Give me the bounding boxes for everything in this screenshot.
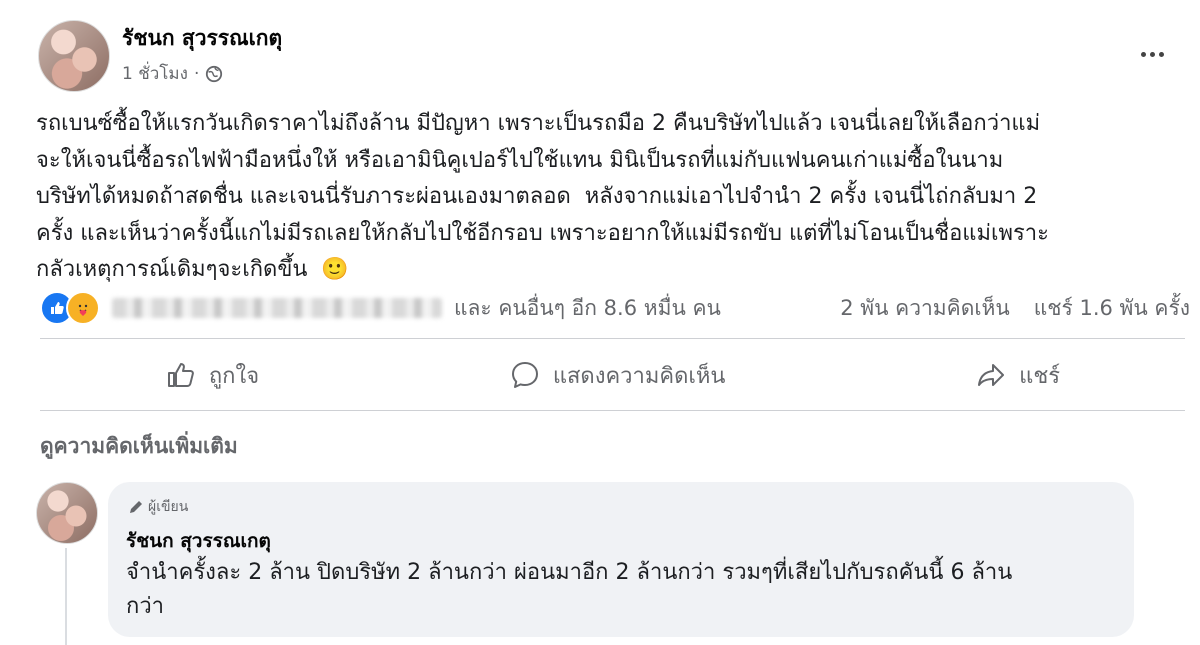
comment-label: แสดงความคิดเห็น [552, 363, 726, 389]
author-badge-label: ผู้เขียน [148, 499, 189, 515]
meta-separator: · [193, 63, 200, 84]
share-button[interactable]: แชร์ [975, 358, 1060, 393]
view-more-comments[interactable]: ดูความคิดเห็นเพิ่มเติม [40, 430, 238, 463]
globe-icon[interactable] [205, 65, 223, 83]
post-actions: ถูกใจ แสดงความคิดเห็น แชร์ [40, 340, 1185, 410]
comments-count[interactable]: 2 พัน ความคิดเห็น [840, 292, 1009, 325]
share-arrow-icon [978, 364, 1005, 386]
post-text-line: จะให้เจนนี่ซื้อรถไฟฟ้ามือหนึ่งให้ หรือเอ… [36, 147, 1004, 173]
blurred-names [112, 298, 442, 318]
post-time[interactable]: 1 ชั่วโมง [122, 60, 188, 87]
thumbs-up-icon [167, 363, 194, 387]
thread-line [65, 548, 67, 645]
post-text-line: บริษัทได้หมดถ้าสดชื่น และเจนนี่รับภาระผ่… [36, 184, 1038, 209]
more-dots-icon[interactable] [1134, 40, 1170, 68]
comment-bubble: ผู้เขียน รัชนก สุวรรณเกตุ จำนำครั้งละ 2 … [108, 482, 1134, 637]
author-badge: ผู้เขียน [128, 496, 188, 518]
shares-count[interactable]: แชร์ 1.6 พัน ครั้ง [1034, 292, 1190, 325]
like-label: ถูกใจ [208, 363, 260, 389]
post-text-line: ครั้ง และเห็นว่าครั้งนี้แกไม่มีรถเลยให้ก… [36, 220, 1049, 246]
comment-text-line: กว่า [126, 594, 165, 619]
pencil-icon [130, 501, 142, 513]
like-button[interactable]: ถูกใจ [165, 358, 259, 393]
author-avatar[interactable] [38, 20, 110, 92]
divider [40, 410, 1185, 411]
comment-text-line: จำนำครั้งละ 2 ล้าน ปิดบริษัท 2 ล้านกว่า … [126, 560, 1013, 585]
comment-author[interactable]: รัชนก สุวรรณเกตุ [126, 526, 271, 556]
reactions-others[interactable]: และ คนอื่นๆ อีก 8.6 หมื่น คน [454, 292, 721, 325]
commenter-avatar[interactable] [36, 482, 98, 544]
share-label: แชร์ [1019, 363, 1061, 389]
divider [40, 338, 1185, 339]
reactions-summary: และ คนอื่นๆ อีก 8.6 หมื่น คน 2 พัน ความค… [40, 290, 1190, 326]
author-name[interactable]: รัชนก สุวรรณเกตุ [122, 22, 282, 55]
post-text: รถเบนซ์ซื้อให้แรกวันเกิดราคาไม่ถึงล้าน ม… [36, 106, 1186, 289]
comment-button[interactable]: แสดงความคิดเห็น [509, 358, 726, 393]
post-text-line: กลัวเหตุการณ์เดิมๆจะเกิดขึ้น 🙂 [36, 257, 349, 282]
post-meta: 1 ชั่วโมง · [122, 60, 223, 87]
care-reaction-icon[interactable] [66, 291, 100, 325]
facebook-post: รัชนก สุวรรณเกตุ 1 ชั่วโมง · รถเบนซ์ซื้อ… [0, 0, 1200, 645]
comment-text: จำนำครั้งละ 2 ล้าน ปิดบริษัท 2 ล้านกว่า … [126, 556, 1116, 624]
post-text-line: รถเบนซ์ซื้อให้แรกวันเกิดราคาไม่ถึงล้าน ม… [36, 111, 1041, 136]
comment-bubble-icon [511, 362, 538, 388]
